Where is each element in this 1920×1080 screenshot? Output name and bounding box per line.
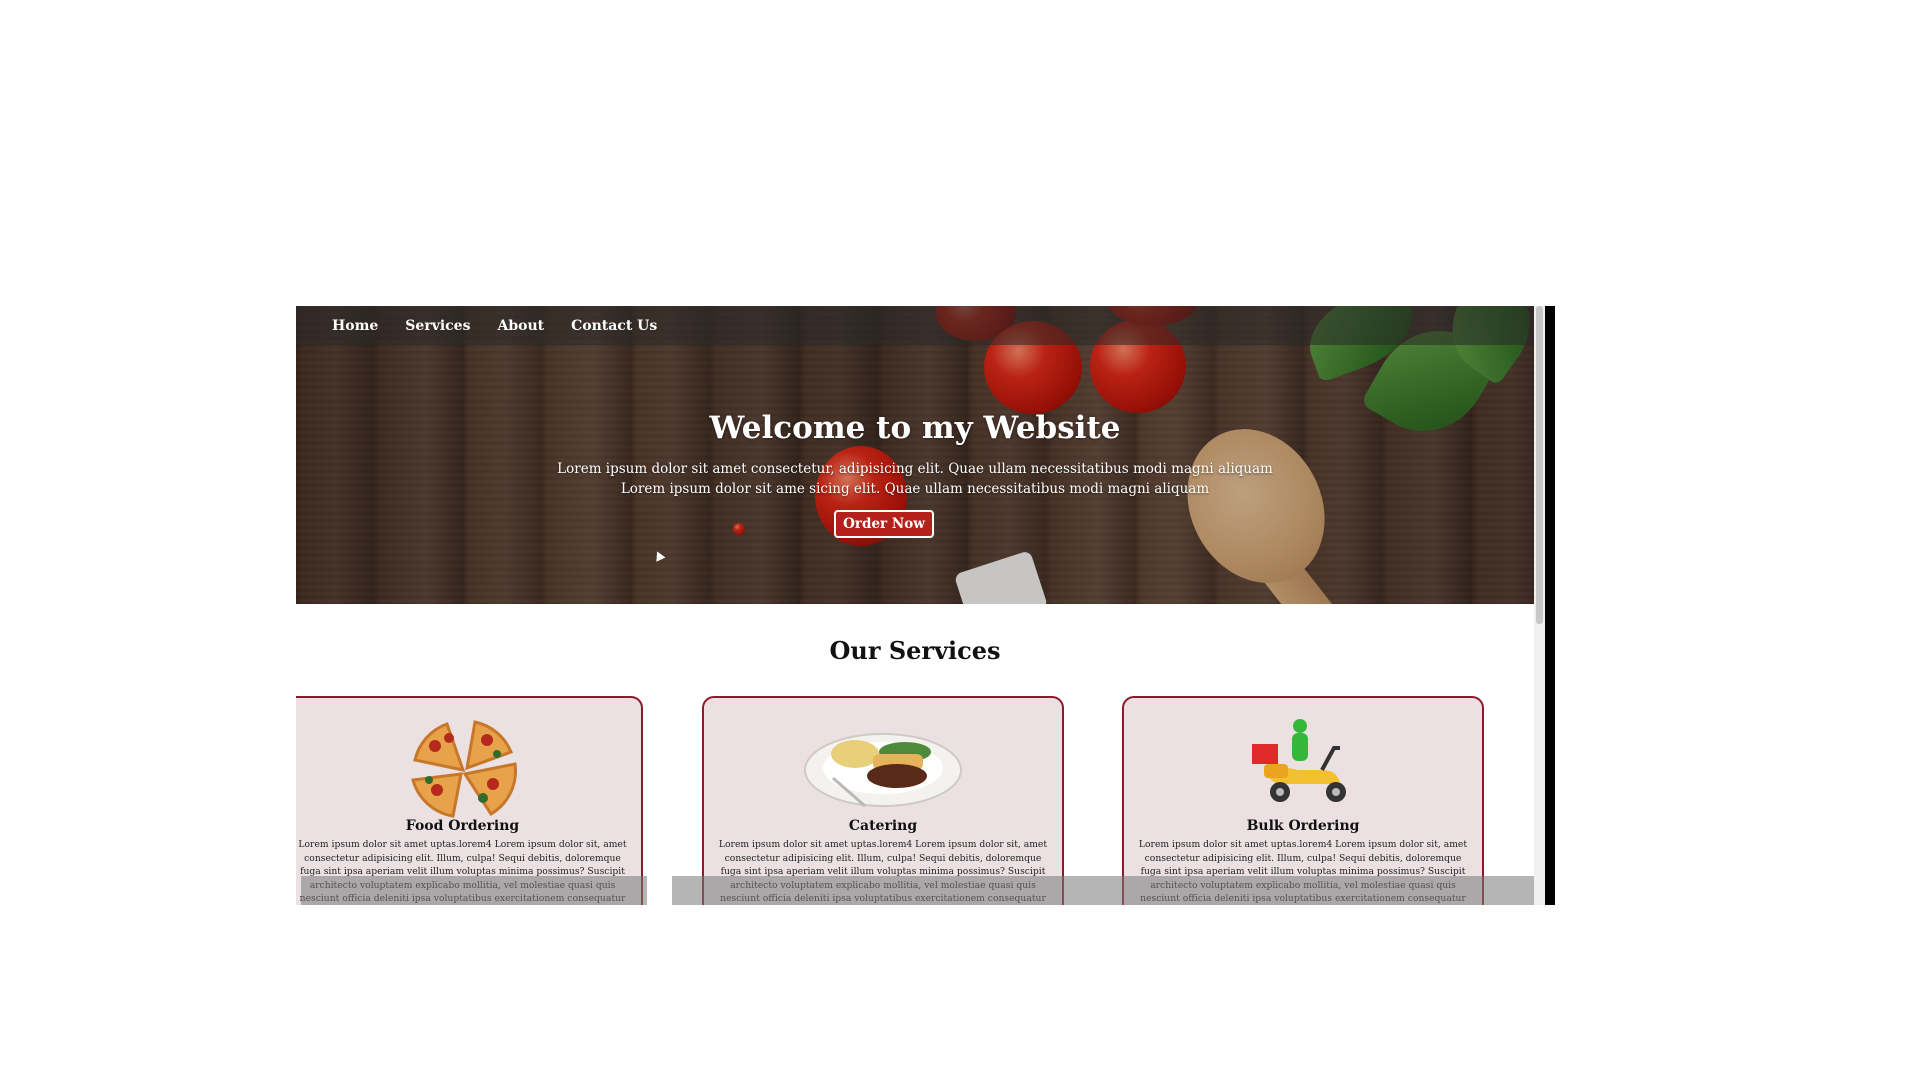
services-title: Our Services <box>829 636 1001 665</box>
plate-icon <box>804 733 962 808</box>
nav-item-home[interactable]: Home <box>332 318 378 334</box>
pizza-icon <box>410 720 517 818</box>
hero-section: Home Services About Contact Us Welcome t… <box>296 306 1534 604</box>
order-now-button[interactable]: Order Now <box>834 510 934 538</box>
nav-item-contact[interactable]: Contact Us <box>571 318 657 334</box>
browser-viewport: Home Services About Contact Us Welcome t… <box>296 306 1555 905</box>
service-card-food-ordering[interactable]: Food Ordering Lorem ipsum dolor sit amet… <box>296 696 643 905</box>
top-nav: Home Services About Contact Us <box>296 306 1534 345</box>
card-title: Bulk Ordering <box>1246 818 1360 834</box>
hero-overlay <box>296 306 1534 604</box>
page-viewport: Home Services About Contact Us Welcome t… <box>296 306 1534 905</box>
service-card-catering[interactable]: Catering Lorem ipsum dolor sit amet upta… <box>702 696 1064 905</box>
scrollbar-thumb[interactable] <box>1536 306 1543 624</box>
video-caption-overlay <box>301 876 647 905</box>
hero-text-line-1: Lorem ipsum dolor sit amet consectetur, … <box>557 461 1273 477</box>
card-title: Catering <box>848 818 918 834</box>
hero-title: Welcome to my Website <box>709 410 1121 446</box>
nav-item-about[interactable]: About <box>497 318 544 334</box>
hero-text-line-2: Lorem ipsum dolor sit ame sicing elit. Q… <box>620 481 1210 497</box>
nav-item-services[interactable]: Services <box>405 318 470 334</box>
video-caption-overlay <box>672 876 1534 905</box>
service-card-bulk-ordering[interactable]: Bulk Ordering Lorem ipsum dolor sit amet… <box>1122 696 1484 905</box>
page-scrollbar[interactable] <box>1534 306 1545 905</box>
window-edge <box>1545 306 1555 905</box>
card-title: Food Ordering <box>405 818 520 834</box>
delivery-scooter-icon <box>1252 719 1346 802</box>
